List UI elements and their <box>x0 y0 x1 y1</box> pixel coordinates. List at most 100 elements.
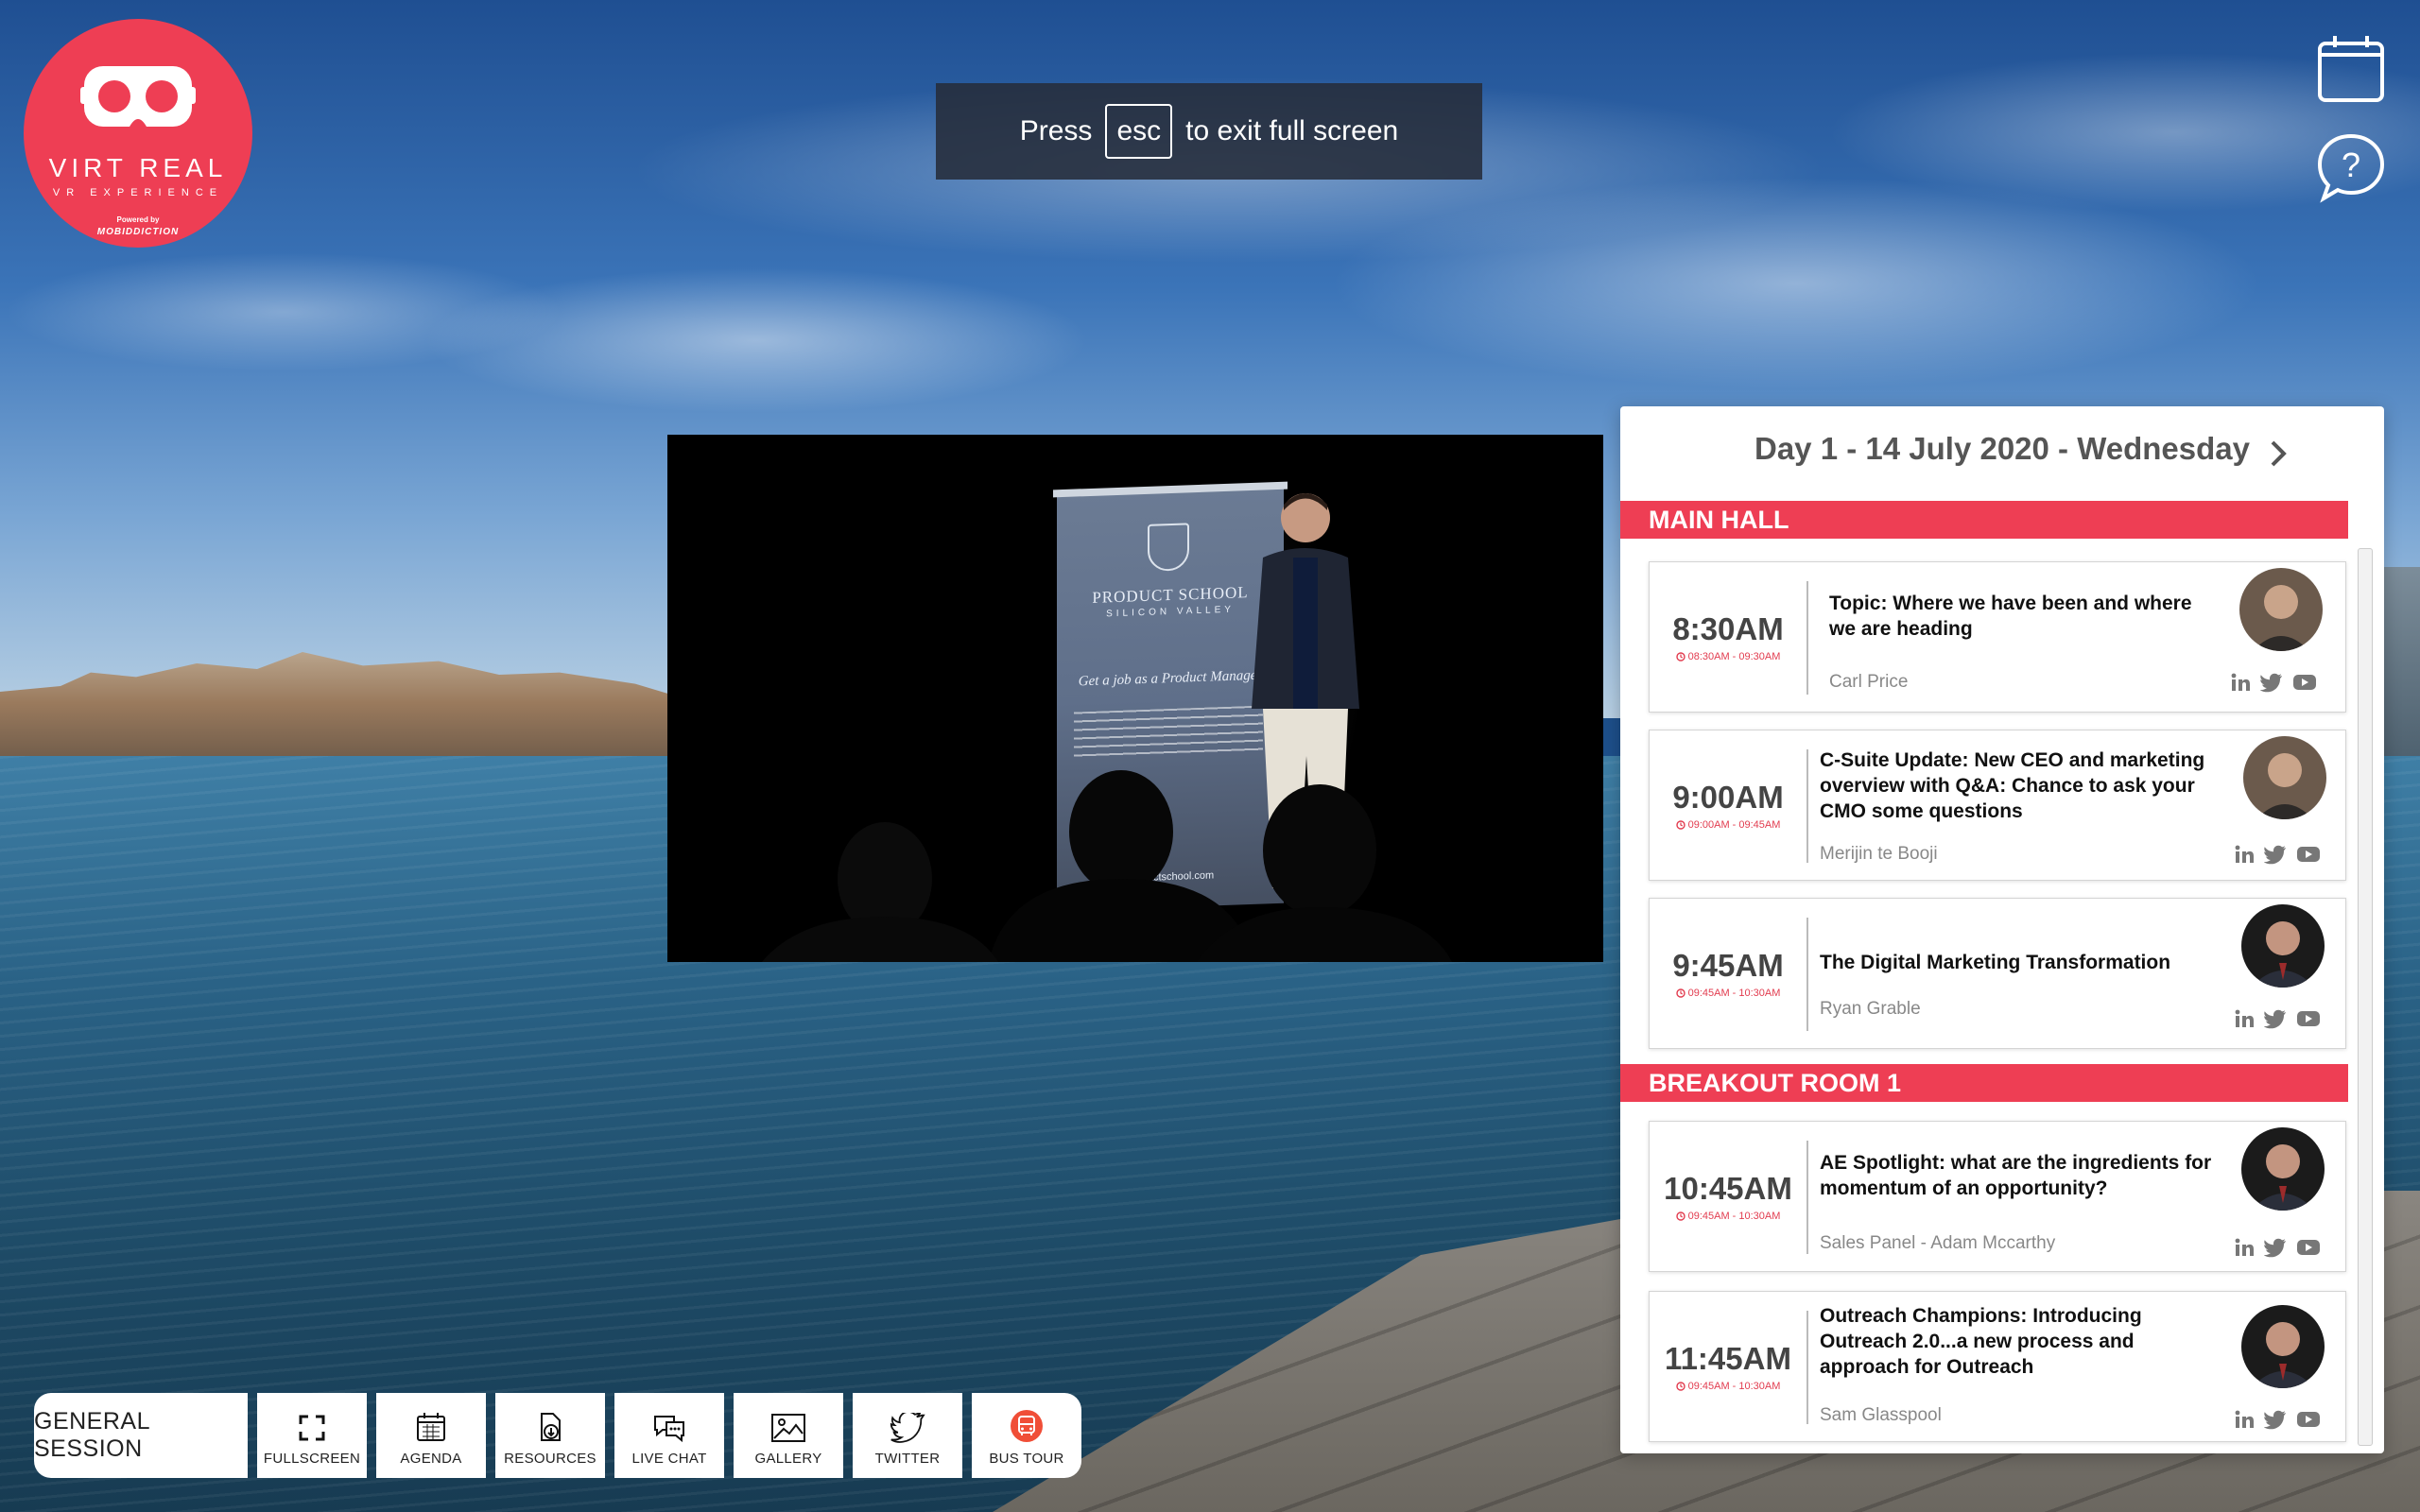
session-divider <box>1806 1311 1808 1424</box>
session-card[interactable]: 8:30AM 08:30AM - 09:30AM Topic: Where we… <box>1649 561 2346 713</box>
session-start-time: 9:00AM <box>1672 780 1784 815</box>
youtube-icon[interactable] <box>2296 1238 2321 1257</box>
session-range-text: 09:45AM - 10:30AM <box>1687 1381 1781 1392</box>
image-icon <box>771 1414 805 1442</box>
bottom-toolbar: GENERAL SESSION FULLSCREEN AGENDA RESOUR… <box>34 1393 1081 1478</box>
session-title: AE Spotlight: what are the ingredients f… <box>1820 1152 2212 1199</box>
fullscreen-button[interactable]: FULLSCREEN <box>257 1393 367 1478</box>
session-time-range: 09:00AM - 09:45AM <box>1675 819 1781 831</box>
session-social-links <box>2234 844 2321 865</box>
agenda-label: AGENDA <box>400 1451 462 1467</box>
youtube-icon[interactable] <box>2296 845 2321 864</box>
fullscreen-label: FULLSCREEN <box>263 1451 361 1467</box>
clock-icon <box>1675 1382 1685 1391</box>
session-start-time: 10:45AM <box>1664 1171 1792 1206</box>
clock-icon <box>1675 1211 1685 1221</box>
twitter-button[interactable]: TWITTER <box>853 1393 962 1478</box>
clock-icon <box>1675 820 1685 830</box>
resources-label: RESOURCES <box>504 1451 596 1467</box>
session-time: 10:45AM 09:45AM - 10:30AM <box>1650 1122 1806 1271</box>
twitter-icon[interactable] <box>2264 1237 2287 1258</box>
live-chat-label: LIVE CHAT <box>631 1451 707 1467</box>
session-divider <box>1806 1141 1808 1254</box>
session-time: 11:45AM 09:45AM - 10:30AM <box>1650 1292 1806 1441</box>
bus-tour-label: BUS TOUR <box>989 1451 1064 1467</box>
linkedin-icon[interactable] <box>2234 844 2255 865</box>
speaker-avatar <box>2241 1305 2325 1388</box>
youtube-icon[interactable] <box>2292 673 2317 692</box>
twitter-icon[interactable] <box>2260 672 2283 693</box>
session-card[interactable]: 11:45AM 09:45AM - 10:30AM Outreach Champ… <box>1649 1291 2346 1442</box>
linkedin-icon[interactable] <box>2234 1409 2255 1430</box>
linkedin-icon[interactable] <box>2234 1008 2255 1029</box>
twitter-icon <box>890 1413 925 1443</box>
session-speaker: Sam Glasspool <box>1820 1405 1942 1425</box>
session-time-range: 09:45AM - 10:30AM <box>1675 988 1781 999</box>
gallery-button[interactable]: GALLERY <box>734 1393 843 1478</box>
logo-title: VIRT REAL <box>48 153 228 182</box>
gallery-label: GALLERY <box>754 1451 822 1467</box>
session-range-text: 08:30AM - 09:30AM <box>1687 651 1781 662</box>
agenda-scrollbar[interactable] <box>2358 548 2373 1446</box>
session-time: 9:45AM 09:45AM - 10:30AM <box>1650 899 1806 1048</box>
clock-icon <box>1675 988 1685 998</box>
session-divider <box>1806 749 1808 863</box>
session-start-time: 11:45AM <box>1665 1341 1791 1376</box>
session-time: 8:30AM 08:30AM - 09:30AM <box>1650 562 1806 712</box>
session-range-text: 09:45AM - 10:30AM <box>1687 988 1781 999</box>
notice-message: to exit full screen <box>1185 115 1399 146</box>
session-time: 9:00AM 09:00AM - 09:45AM <box>1650 730 1806 880</box>
notice-press: Press <box>1019 115 1093 146</box>
resources-button[interactable]: RESOURCES <box>495 1393 605 1478</box>
session-speaker: Carl Price <box>1829 672 1909 692</box>
session-start-time: 8:30AM <box>1672 611 1784 646</box>
fullscreen-exit-notice: Press esc to exit full screen <box>936 83 1482 180</box>
calendar-icon <box>417 1413 445 1441</box>
esc-key: esc <box>1105 104 1173 159</box>
linkedin-icon[interactable] <box>2230 672 2251 693</box>
virt-real-logo[interactable]: VIRT REAL VR EXPERIENCE Powered by MOBID… <box>24 19 252 248</box>
twitter-icon[interactable] <box>2264 1409 2287 1430</box>
session-social-links <box>2234 1409 2321 1430</box>
session-card[interactable]: 9:00AM 09:00AM - 09:45AM C-Suite Update:… <box>1649 730 2346 881</box>
logo-powered-by: Powered by <box>116 215 160 224</box>
session-card[interactable]: 10:45AM 09:45AM - 10:30AM AE Spotlight: … <box>1649 1121 2346 1272</box>
session-divider <box>1806 581 1808 695</box>
speaker-avatar <box>2241 1127 2325 1211</box>
session-title: The Digital Marketing Transformation <box>1820 952 2171 973</box>
session-card[interactable]: 9:45AM 09:45AM - 10:30AM The Digital Mar… <box>1649 898 2346 1049</box>
youtube-icon[interactable] <box>2296 1410 2321 1429</box>
agenda-button[interactable]: AGENDA <box>376 1393 486 1478</box>
speaker-avatar <box>2239 568 2323 651</box>
session-range-text: 09:00AM - 09:45AM <box>1687 819 1781 831</box>
help-icon[interactable]: ? <box>2314 130 2388 204</box>
chevron-right-icon[interactable] <box>2259 435 2297 472</box>
bus-icon <box>1011 1410 1043 1442</box>
bus-tour-button[interactable]: BUS TOUR <box>972 1393 1081 1478</box>
twitter-icon[interactable] <box>2264 844 2287 865</box>
logo-subtitle: VR EXPERIENCE <box>52 187 224 198</box>
room-header-main-hall: MAIN HALL <box>1620 501 2348 539</box>
session-time-range: 09:45AM - 10:30AM <box>1675 1381 1781 1392</box>
twitter-icon[interactable] <box>2264 1008 2287 1029</box>
live-chat-button[interactable]: LIVE CHAT <box>614 1393 724 1478</box>
session-time-range: 08:30AM - 09:30AM <box>1675 651 1781 662</box>
session-speaker: Merijin te Booji <box>1820 844 1938 864</box>
logo-brand: MOBIDDICTION <box>96 227 180 237</box>
calendar-icon[interactable] <box>2314 32 2388 106</box>
session-range-text: 09:45AM - 10:30AM <box>1687 1211 1781 1222</box>
speaker-avatar <box>2243 736 2326 819</box>
linkedin-icon[interactable] <box>2234 1237 2255 1258</box>
session-title: C-Suite Update: New CEO and marketing ov… <box>1820 749 2205 822</box>
session-title: Outreach Champions: Introducing Outreach… <box>1820 1305 2142 1378</box>
audience-silhouettes <box>762 770 1452 962</box>
general-session-label[interactable]: GENERAL SESSION <box>34 1393 248 1478</box>
chat-icon <box>654 1416 684 1443</box>
session-title: Topic: Where we have been and where we a… <box>1829 593 2192 640</box>
youtube-icon[interactable] <box>2296 1009 2321 1028</box>
session-divider <box>1806 918 1808 1031</box>
vr-goggles-icon <box>80 66 196 127</box>
download-icon <box>541 1413 561 1441</box>
live-video-player[interactable]: PRODUCT SCHOOL SILICON VALLEY Get a job … <box>667 435 1603 962</box>
twitter-label: TWITTER <box>874 1451 941 1467</box>
